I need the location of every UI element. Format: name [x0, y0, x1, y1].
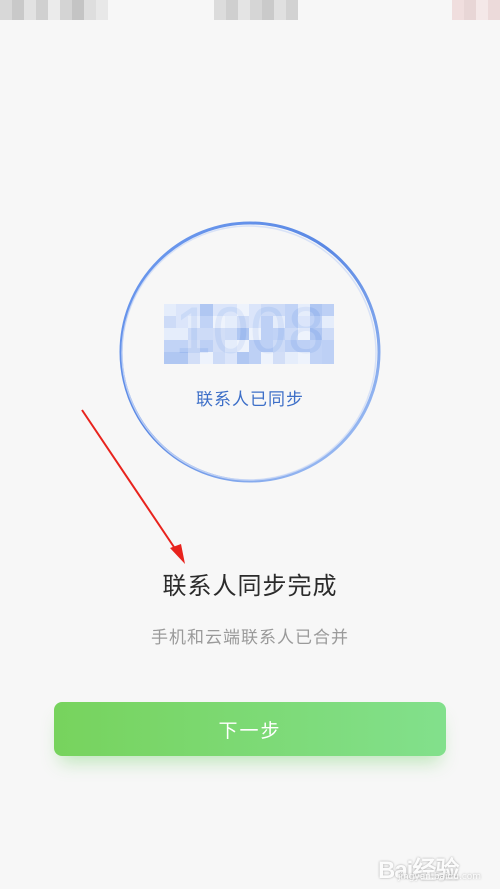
watermark: Bai经验 jingyan.baidu.com [378, 842, 496, 886]
sync-complete-subtitle: 手机和云端联系人已合并 [151, 628, 349, 648]
watermark-url: jingyan.baidu.com [398, 872, 482, 882]
sync-complete-title: 联系人同步完成 [162, 572, 338, 600]
next-step-button[interactable]: 下一步 [54, 702, 446, 756]
